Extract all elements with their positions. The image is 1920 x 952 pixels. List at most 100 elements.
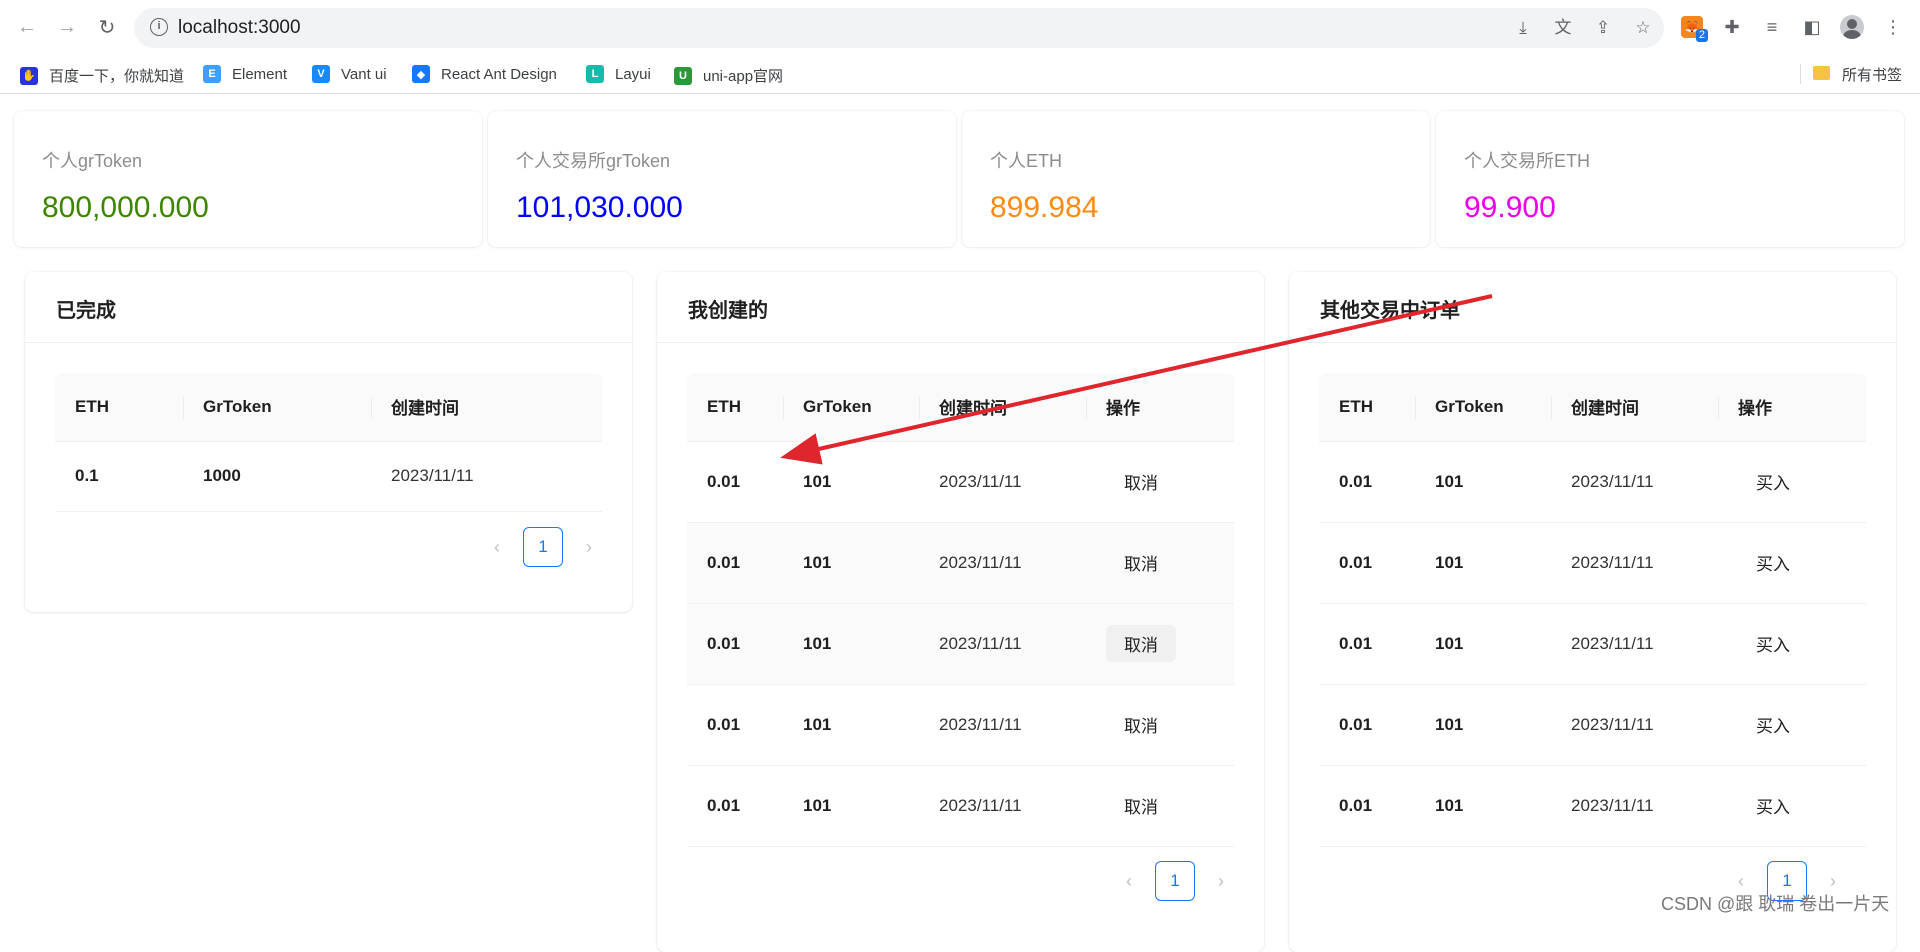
folder-icon[interactable]: [1813, 66, 1830, 80]
table-row: 0.01 101 2023/11/11 取消: [687, 603, 1234, 685]
cell-created-time: 2023/11/11: [919, 603, 1086, 685]
url-text[interactable]: localhost:3000: [178, 17, 301, 39]
stat-card-exchange-eth: 个人交易所ETH 99.900: [1436, 111, 1904, 247]
cell-eth: 0.01: [687, 441, 783, 523]
card-divider: [25, 342, 632, 343]
share-icon[interactable]: ⇪: [1592, 17, 1614, 39]
buy-button[interactable]: 买入: [1738, 544, 1808, 581]
table-row: 0.01 101 2023/11/11 买入: [1319, 522, 1866, 604]
vant-icon: V: [312, 65, 330, 83]
reading-list-icon[interactable]: ≡: [1759, 14, 1785, 40]
stat-value: 99.900: [1464, 191, 1556, 224]
bookmark-ant-design[interactable]: ◆ React Ant Design: [412, 65, 557, 83]
profile-avatar[interactable]: [1840, 15, 1864, 39]
column-header-grtoken[interactable]: GrToken: [183, 373, 371, 442]
table-row: 0.01 101 2023/11/11 买入: [1319, 684, 1866, 766]
bookmark-layui[interactable]: L Layui: [586, 65, 651, 83]
stat-card-exchange-grtoken: 个人交易所grToken 101,030.000: [488, 111, 956, 247]
bookmark-vant[interactable]: V Vant ui: [312, 65, 387, 83]
buy-button[interactable]: 买入: [1738, 625, 1808, 662]
reload-icon[interactable]: ↻: [94, 14, 120, 40]
translate-icon[interactable]: 文: [1552, 17, 1574, 39]
forward-arrow-icon[interactable]: →: [54, 14, 80, 40]
side-panel-icon[interactable]: ◧: [1799, 14, 1825, 40]
other-orders-card: 其他交易中订单 ETH GrToken 创建时间 操作 0.01 101 202…: [1289, 272, 1896, 952]
card-divider: [1289, 342, 1896, 343]
cell-action: 买入: [1718, 441, 1866, 523]
bookmark-label: 百度一下，你就知道: [49, 68, 185, 85]
ant-design-icon: ◆: [412, 65, 430, 83]
cell-eth: 0.01: [687, 522, 783, 604]
extensions-puzzle-icon[interactable]: ✚: [1719, 14, 1745, 40]
stat-label: 个人grToken: [42, 151, 143, 171]
bookmark-star-icon[interactable]: ☆: [1632, 17, 1654, 39]
other-orders-table: ETH GrToken 创建时间 操作 0.01 101 2023/11/11 …: [1319, 373, 1866, 847]
bookmark-element[interactable]: E Element: [203, 65, 287, 83]
completed-orders-card: 已完成 ETH GrToken 创建时间 0.1 1000 2023/11/11…: [25, 272, 632, 612]
site-info-icon[interactable]: i: [150, 18, 168, 36]
bookmark-label: Element: [232, 65, 288, 83]
card-title: 已完成: [56, 300, 116, 322]
page-content: 个人grToken 800,000.000 个人交易所grToken 101,0…: [0, 95, 1920, 952]
column-header-action[interactable]: 操作: [1086, 373, 1234, 442]
column-header-grtoken[interactable]: GrToken: [783, 373, 919, 442]
column-header-created-time[interactable]: 创建时间: [919, 373, 1086, 442]
next-page-icon[interactable]: ›: [573, 531, 605, 563]
cancel-button[interactable]: 取消: [1106, 706, 1176, 743]
back-arrow-icon[interactable]: ←: [14, 14, 40, 40]
column-header-action[interactable]: 操作: [1718, 373, 1866, 442]
bookmark-baidu[interactable]: ✋ 百度一下，你就知道: [20, 65, 184, 86]
page-number[interactable]: 1: [1155, 861, 1195, 901]
cell-action: 买入: [1718, 684, 1866, 766]
cell-eth: 0.01: [1319, 684, 1415, 766]
column-header-eth[interactable]: ETH: [1319, 373, 1415, 442]
cell-eth: 0.01: [687, 603, 783, 685]
cell-grtoken: 101: [783, 603, 919, 685]
stat-label: 个人ETH: [990, 151, 1062, 171]
column-header-created-time[interactable]: 创建时间: [371, 373, 602, 442]
cell-created-time: 2023/11/11: [1551, 522, 1718, 604]
buy-button[interactable]: 买入: [1738, 706, 1808, 743]
column-header-grtoken[interactable]: GrToken: [1415, 373, 1551, 442]
metamask-icon[interactable]: 🦊 2: [1681, 16, 1708, 42]
cancel-button[interactable]: 取消: [1106, 787, 1176, 824]
stat-card-grtoken: 个人grToken 800,000.000: [14, 111, 482, 247]
cancel-button[interactable]: 取消: [1106, 544, 1176, 581]
cell-grtoken: 101: [783, 765, 919, 847]
bookmark-label: uni-app官网: [703, 68, 784, 85]
install-app-icon[interactable]: ⤓: [1512, 17, 1534, 39]
card-title: 我创建的: [688, 300, 768, 322]
column-header-eth[interactable]: ETH: [55, 373, 183, 442]
prev-page-icon[interactable]: ‹: [1113, 865, 1145, 897]
table-row: 0.01 101 2023/11/11 取消: [687, 765, 1234, 847]
address-bar[interactable]: i localhost:3000 ⤓ 文 ⇪ ☆: [134, 8, 1664, 48]
cancel-button[interactable]: 取消: [1106, 463, 1176, 500]
column-header-eth[interactable]: ETH: [687, 373, 783, 442]
stat-value: 101,030.000: [516, 191, 683, 224]
buy-button[interactable]: 买入: [1738, 463, 1808, 500]
next-page-icon[interactable]: ›: [1205, 865, 1237, 897]
cell-action: 买入: [1718, 603, 1866, 685]
cell-created-time: 2023/11/11: [1551, 684, 1718, 766]
pagination: ‹ 1 ›: [1113, 861, 1237, 901]
table-row: 0.1 1000 2023/11/11: [55, 441, 602, 512]
table-row: 0.01 101 2023/11/11 买入: [1319, 603, 1866, 685]
all-bookmarks[interactable]: 所有书签: [1842, 64, 1902, 85]
page-number[interactable]: 1: [523, 527, 563, 567]
stat-label: 个人交易所grToken: [516, 151, 671, 171]
prev-page-icon[interactable]: ‹: [481, 531, 513, 563]
cell-grtoken: 101: [783, 684, 919, 766]
buy-button[interactable]: 买入: [1738, 787, 1808, 824]
bookmark-uniapp[interactable]: U uni-app官网: [674, 65, 783, 86]
cell-created-time: 2023/11/11: [919, 684, 1086, 766]
cell-action: 取消: [1086, 441, 1234, 523]
cell-grtoken: 101: [783, 441, 919, 523]
table-row: 0.01 101 2023/11/11 买入: [1319, 441, 1866, 523]
cell-grtoken: 101: [783, 522, 919, 604]
cell-eth: 0.01: [687, 765, 783, 847]
menu-kebab-icon[interactable]: ⋮: [1880, 14, 1906, 40]
cell-grtoken: 1000: [183, 441, 371, 512]
column-header-created-time[interactable]: 创建时间: [1551, 373, 1718, 442]
cell-eth: 0.01: [1319, 441, 1415, 523]
cancel-button[interactable]: 取消: [1106, 625, 1176, 662]
